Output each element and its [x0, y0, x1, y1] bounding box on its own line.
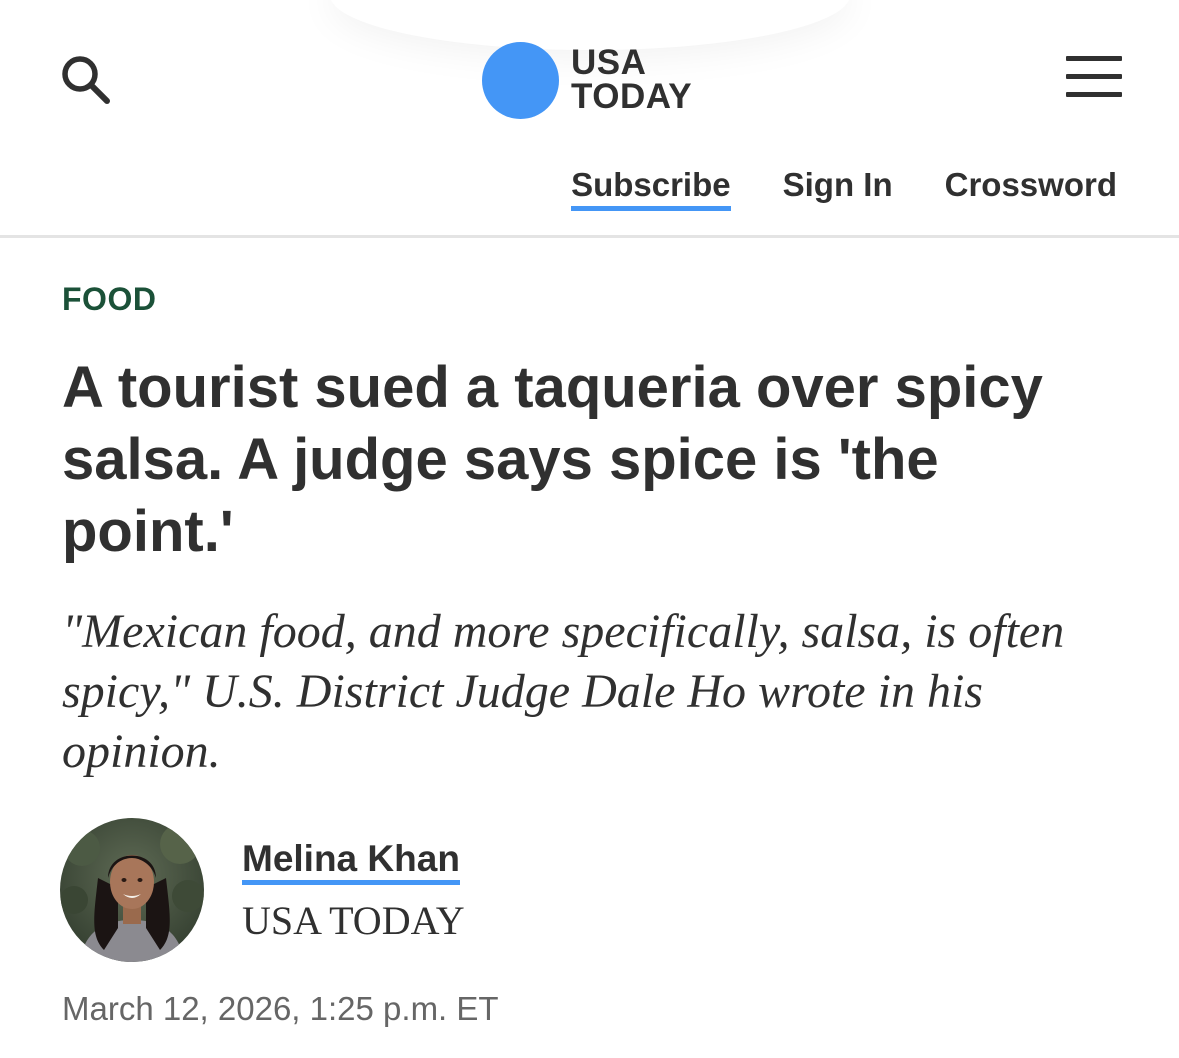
subscribe-link[interactable]: Subscribe [571, 166, 731, 211]
article-headline: A tourist sued a taqueria over spicy sal… [62, 355, 1043, 564]
logo-dot [482, 41, 559, 119]
logo-wordmark: USA TODAY [571, 43, 693, 116]
sign-in-link[interactable]: Sign In [783, 166, 893, 204]
avatar-photo [60, 818, 204, 962]
logo-line-1: USA [571, 43, 647, 82]
logo-line-2: TODAY [571, 77, 693, 116]
article-category[interactable]: FOOD [62, 281, 156, 318]
article-timestamp: March 12, 2026, 1:25 p.m. ET [62, 990, 499, 1027]
author-name-link[interactable]: Melina Khan [242, 838, 460, 885]
menu-button[interactable] [1066, 54, 1124, 100]
author-organization: USA TODAY [242, 898, 465, 943]
author-avatar[interactable] [60, 818, 204, 962]
crossword-link[interactable]: Crossword [945, 166, 1117, 204]
header-nav: Subscribe Sign In Crossword [571, 166, 1117, 211]
article-summary: "Mexican food, and more specifically, sa… [62, 605, 1065, 778]
search-icon [62, 56, 110, 104]
site-header: USA TODAY Subscribe Sign In Crossword [0, 0, 1179, 238]
usa-today-logo[interactable]: USA TODAY [482, 40, 692, 120]
search-button[interactable] [56, 50, 116, 110]
author-block: Melina Khan USA TODAY [242, 838, 465, 943]
byline: Melina Khan USA TODAY [60, 818, 465, 964]
